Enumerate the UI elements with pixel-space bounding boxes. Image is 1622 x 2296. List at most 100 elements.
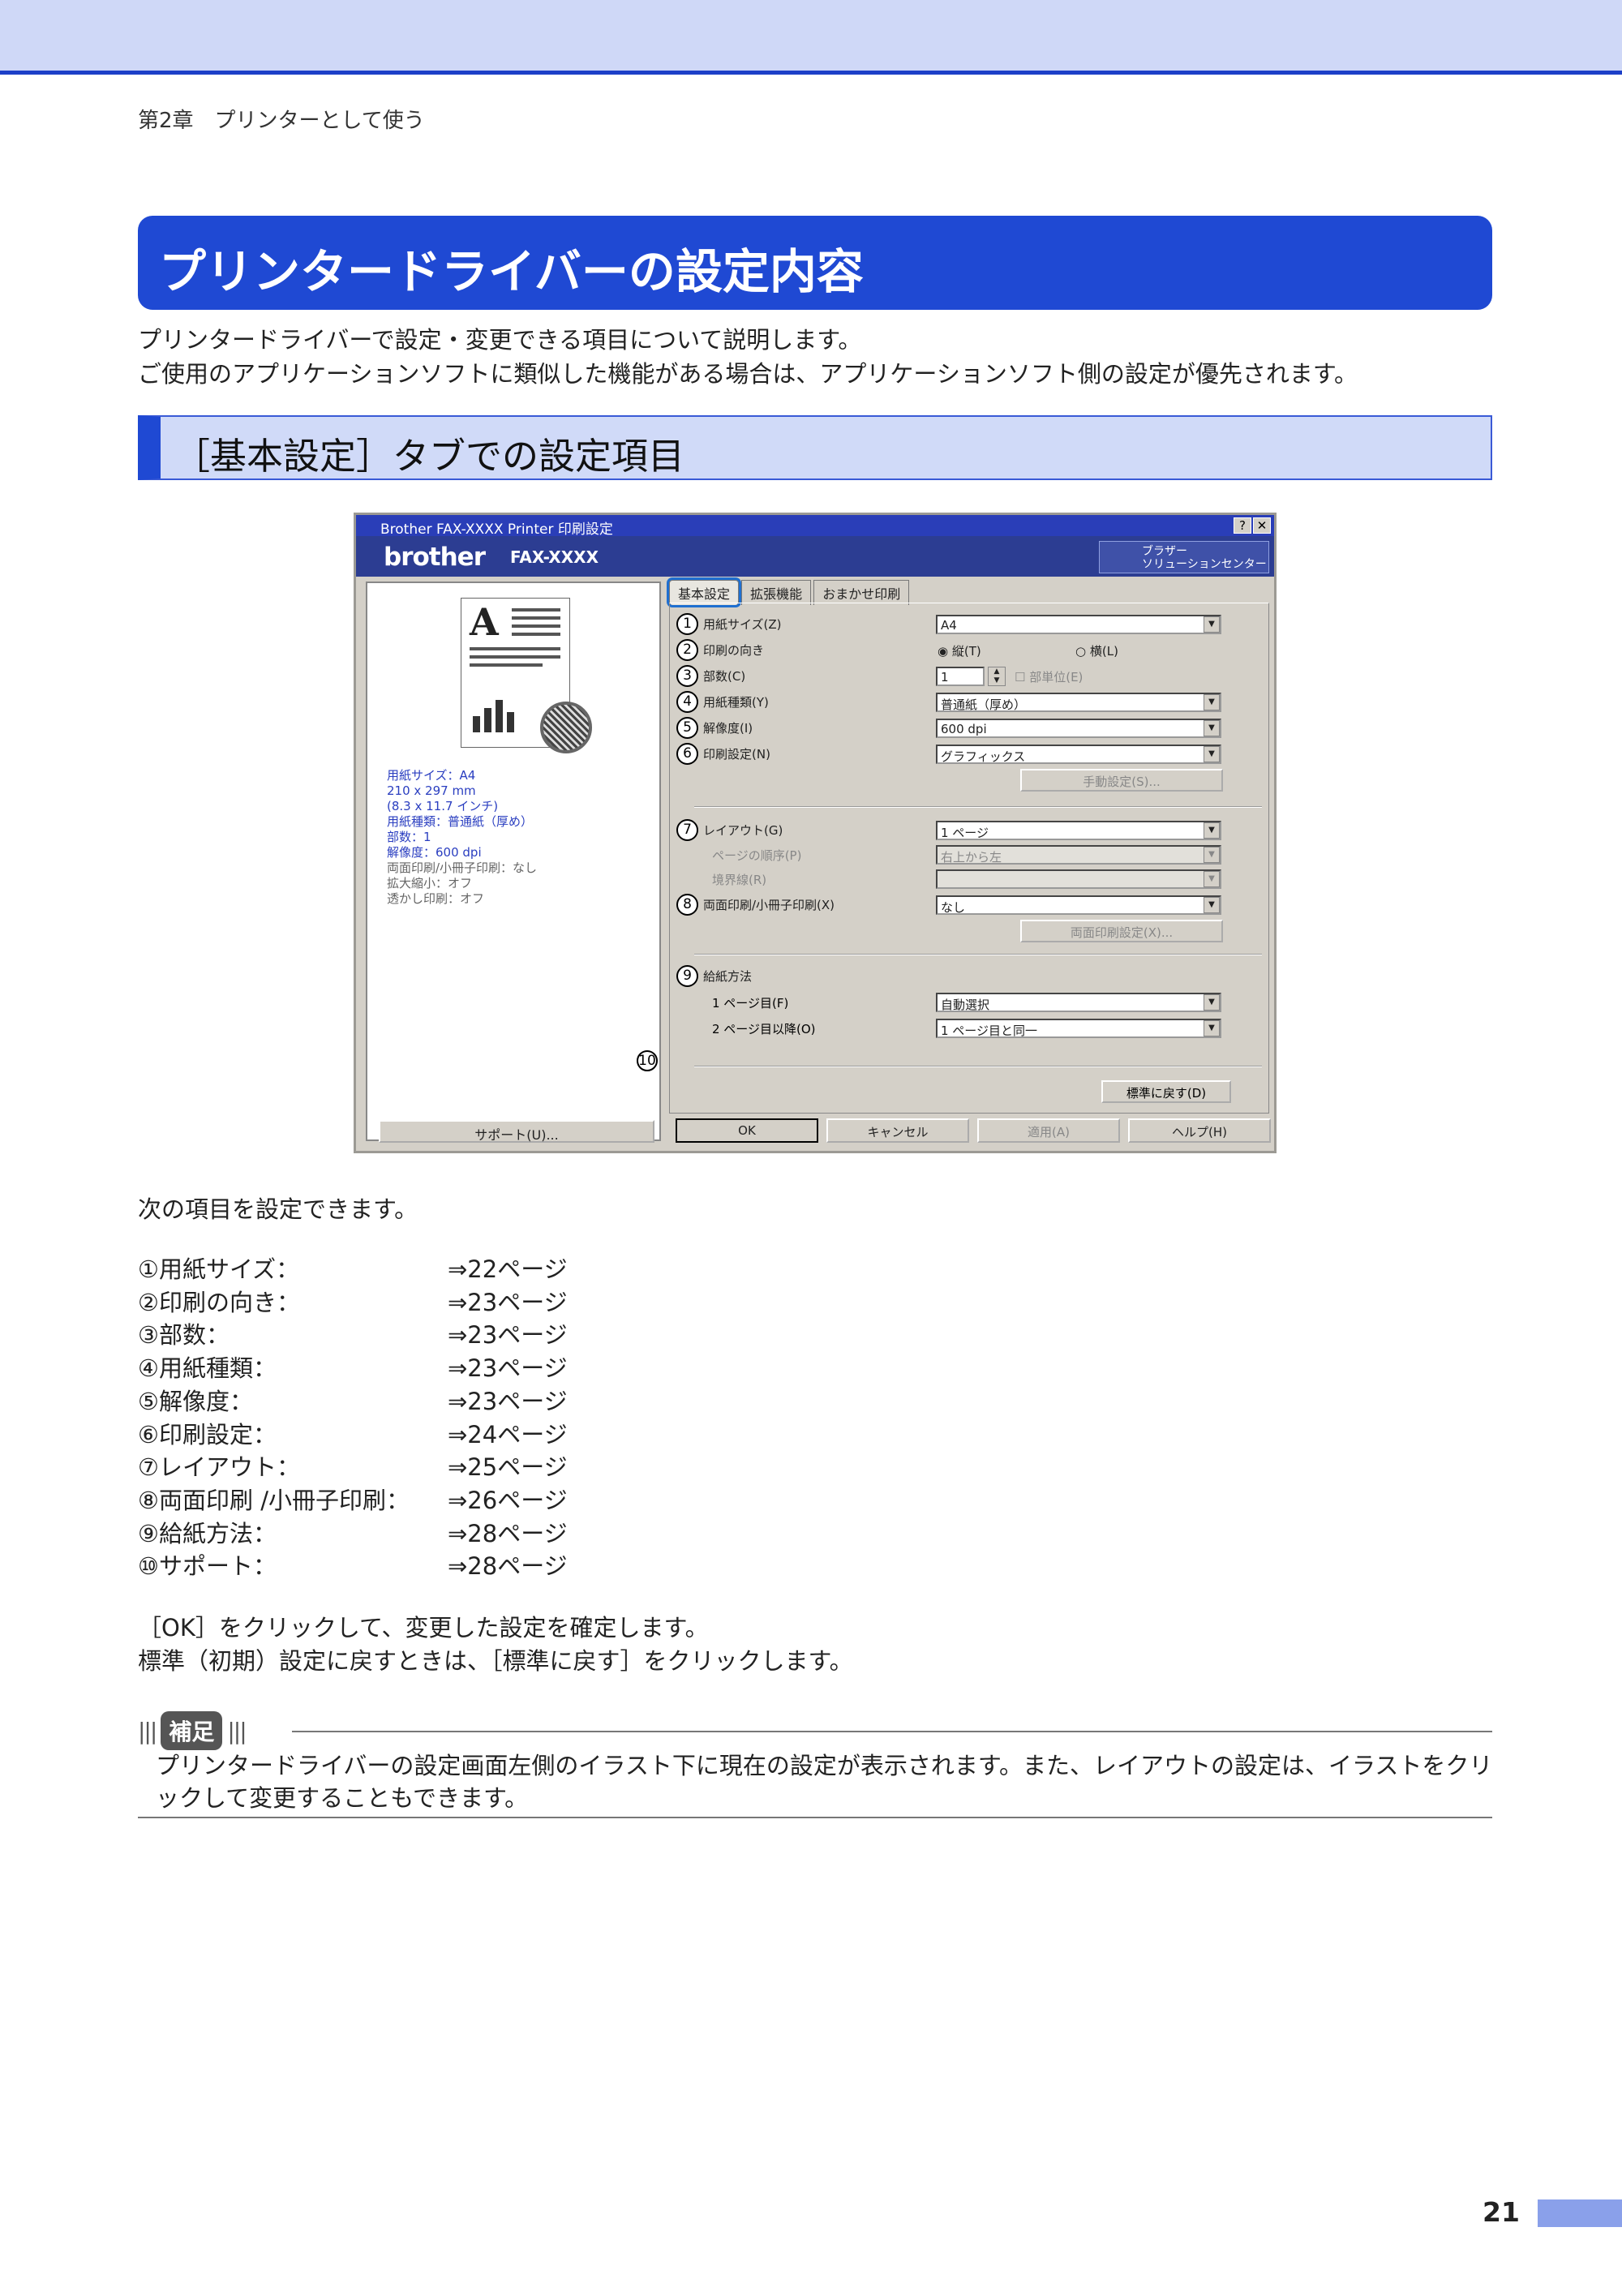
copies-stepper[interactable]: ▲ ▼ — [988, 667, 1006, 686]
item-page-ref: ⇒28ページ — [448, 1552, 568, 1581]
callout-2: 2 — [676, 639, 698, 661]
close-icon[interactable]: ✕ — [1253, 517, 1271, 534]
support-button[interactable]: サポート(U)... — [379, 1120, 654, 1143]
summary-line: 拡大縮小：オフ — [387, 876, 473, 891]
resolution-value: 600 dpi — [941, 722, 987, 736]
brand-logo: brother — [384, 543, 486, 572]
items-intro: 次の項目を設定できます。 — [138, 1195, 418, 1223]
tab-advanced[interactable]: 拡張機能 — [741, 580, 812, 605]
instruction-text: ［OK］をクリックして、変更した設定を確定します。 標準（初期）設定に戻すときは… — [138, 1611, 853, 1678]
divider — [694, 954, 1262, 955]
page-number: 21 — [1483, 2196, 1520, 2228]
section-heading: ［基本設定］タブでの設定項目 — [138, 415, 1492, 480]
settings-summary: 用紙サイズ：A4 210 x 297 mm (8.3 x 11.7 インチ) 用… — [387, 768, 537, 907]
copies-input[interactable]: 1 — [936, 667, 985, 686]
divider — [694, 1066, 1262, 1067]
duplex-value: なし — [941, 900, 966, 915]
duplex-select[interactable]: なし ▼ — [936, 895, 1221, 915]
preview-letter-icon: A — [470, 600, 499, 644]
item-page-ref: ⇒26ページ — [448, 1486, 568, 1514]
layout-value: 1 ページ — [941, 826, 989, 840]
page-preview-illustration[interactable]: A — [461, 598, 592, 753]
item-page-ref: ⇒23ページ — [448, 1321, 568, 1350]
media-type-label: 用紙種類(Y) — [703, 695, 769, 710]
portrait-label: 縦(T) — [951, 644, 981, 659]
dialog-titlebar: Brother FAX-XXXX Printer 印刷設定 ? ✕ — [356, 515, 1274, 538]
page-order-select[interactable]: 右上から左 ▼ — [936, 845, 1221, 865]
chevron-down-icon: ▼ — [1204, 871, 1220, 887]
orientation-portrait-radio[interactable]: ◉ 縦(T) — [938, 642, 981, 659]
print-settings-label: 印刷設定(N) — [703, 747, 770, 762]
solutions-line: ブラザー — [1142, 545, 1187, 558]
item-label: ⑨給紙方法： — [138, 1519, 277, 1547]
note-header: ||| 補足 ||| — [138, 1711, 247, 1750]
orientation-landscape-radio[interactable]: ○ 横(L) — [1075, 642, 1118, 659]
paper-size-value: A4 — [941, 618, 957, 633]
instruction-line: 標準（初期）設定に戻すときは、［標準に戻す］をクリックします。 — [138, 1647, 853, 1675]
help-button[interactable]: ヘルプ(H) — [1128, 1118, 1271, 1143]
preview-chart-icon — [484, 708, 491, 732]
print-settings-select[interactable]: グラフィックス ▼ — [936, 745, 1221, 764]
summary-line: 両面印刷/小冊子印刷：なし — [387, 860, 538, 875]
chevron-down-icon: ▼ — [1204, 694, 1220, 710]
tab-auto-print[interactable]: おまかせ印刷 — [813, 580, 910, 605]
item-page-ref: ⇒28ページ — [448, 1519, 568, 1547]
default-button[interactable]: 標準に戻す(D) — [1101, 1080, 1231, 1103]
callout-3: 3 — [676, 665, 698, 687]
paper-size-select[interactable]: A4 ▼ — [936, 615, 1221, 634]
solutions-center-button[interactable]: ブラザー ソリューションセンター — [1099, 541, 1269, 573]
basic-settings-form: 1 用紙サイズ(Z) A4 ▼ 2 印刷の向き ◉ 縦(T) ○ 横(L) 3 部数(C… — [669, 603, 1269, 1114]
item-page-ref: ⇒23ページ — [448, 1387, 568, 1415]
cancel-button[interactable]: キャンセル — [826, 1118, 969, 1143]
item-label: ⑥印刷設定： — [138, 1420, 277, 1448]
other-pages-select[interactable]: 1 ページ目と同一 ▼ — [936, 1019, 1221, 1038]
chevron-down-icon: ▼ — [1204, 720, 1220, 736]
row-layout: 7 レイアウト(G) — [676, 819, 783, 841]
paper-source-label: 給紙方法 — [703, 969, 753, 984]
chevron-down-icon: ▼ — [1204, 822, 1220, 839]
settings-reference-list: ①用紙サイズ： ⇒22ページ ②印刷の向き： ⇒23ページ ③部数： ⇒23ページ ④… — [138, 1253, 568, 1583]
summary-line: 部数：1 — [387, 830, 431, 844]
note-divider — [292, 1731, 1492, 1732]
media-type-select[interactable]: 普通紙（厚め） ▼ — [936, 693, 1221, 712]
item-page-ref: ⇒24ページ — [448, 1420, 568, 1448]
summary-line: (8.3 x 11.7 インチ) — [387, 799, 499, 813]
first-page-label: 1 ページ目(F) — [712, 996, 789, 1011]
layout-select[interactable]: 1 ページ ▼ — [936, 821, 1221, 840]
header-band — [0, 0, 1622, 75]
duplex-label: 両面印刷/小冊子印刷(X) — [703, 898, 835, 912]
item-label: ③部数： — [138, 1321, 230, 1350]
dialog-title: Brother FAX-XXXX Printer 印刷設定 — [380, 521, 613, 538]
note-bars-icon: ||| — [138, 1717, 157, 1745]
help-icon[interactable]: ? — [1234, 517, 1251, 534]
note-badge: 補足 — [161, 1711, 223, 1750]
item-label: ①用紙サイズ： — [138, 1255, 300, 1283]
first-page-value: 自動選択 — [941, 998, 990, 1012]
collate-checkbox[interactable]: ☐ 部単位(E) — [1015, 668, 1083, 685]
tab-basic[interactable]: 基本設定 — [669, 580, 740, 605]
duplex-settings-button[interactable]: 両面印刷設定(X)... — [1020, 920, 1223, 942]
ok-button[interactable]: OK — [676, 1118, 818, 1143]
row-duplex: 8 両面印刷/小冊子印刷(X) — [676, 894, 835, 916]
resolution-label: 解像度(I) — [703, 721, 753, 736]
list-item: ①用紙サイズ： ⇒22ページ — [138, 1253, 568, 1286]
first-page-select[interactable]: 自動選択 ▼ — [936, 993, 1221, 1012]
manual-settings-button[interactable]: 手動設定(S)... — [1020, 769, 1223, 792]
row-media-type: 4 用紙種類(Y) — [676, 691, 769, 713]
preview-line-icon — [470, 647, 560, 650]
resolution-select[interactable]: 600 dpi ▼ — [936, 719, 1221, 738]
summary-line: 透かし印刷：オフ — [387, 891, 485, 906]
preview-chart-icon — [507, 712, 514, 732]
print-settings-value: グラフィックス — [941, 749, 1026, 764]
callout-7: 7 — [676, 819, 698, 841]
callout-5: 5 — [676, 717, 698, 739]
border-select[interactable]: ▼ — [936, 869, 1221, 889]
row-orientation: 2 印刷の向き — [676, 639, 764, 661]
list-item: ⑤解像度： ⇒23ページ — [138, 1385, 568, 1418]
apply-button[interactable]: 適用(A) — [977, 1118, 1120, 1143]
preview-line-icon — [512, 608, 560, 612]
preview-line-icon — [512, 624, 560, 628]
layout-label: レイアウト(G) — [703, 823, 783, 838]
callout-4: 4 — [676, 691, 698, 713]
divider — [694, 806, 1262, 808]
